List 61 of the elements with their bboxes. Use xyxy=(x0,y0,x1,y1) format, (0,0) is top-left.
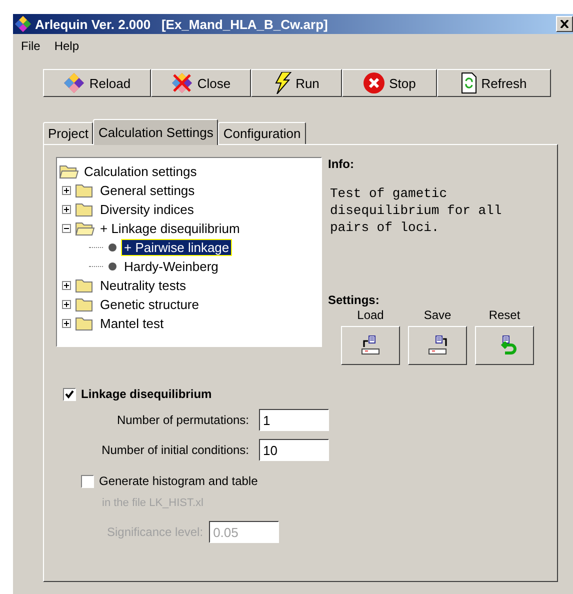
window-title: Arlequin Ver. 2.000 [Ex_Mand_HLA_B_Cw.arp] xyxy=(35,16,329,32)
info-heading: Info: xyxy=(328,157,355,171)
bullet-icon xyxy=(108,262,117,271)
tree-item[interactable]: Mantel test xyxy=(98,316,166,331)
settings-heading: Settings: xyxy=(328,293,380,307)
folder-icon xyxy=(75,202,95,217)
diamond-icon xyxy=(15,16,31,32)
tree-item[interactable]: + Linkage disequilibrium xyxy=(98,221,242,236)
tree-item[interactable]: Neutrality tests xyxy=(98,278,188,293)
toolbar-button[interactable]: Close xyxy=(151,69,251,97)
expander-icon[interactable] xyxy=(62,281,71,290)
expander-icon[interactable] xyxy=(62,186,71,195)
bullet-icon xyxy=(108,243,117,252)
close-button[interactable] xyxy=(556,16,573,32)
expander-icon[interactable] xyxy=(62,224,71,233)
checkbox[interactable] xyxy=(81,474,94,488)
checkbox-label: Linkage disequilibrium xyxy=(81,387,212,401)
button-caption: Load xyxy=(357,308,384,322)
document-tray-icon xyxy=(426,334,450,356)
toolbar-button[interactable]: Refresh xyxy=(437,69,551,97)
folder-icon xyxy=(75,221,95,236)
expander-icon[interactable] xyxy=(62,300,71,309)
folder-icon xyxy=(75,278,95,293)
toolbar-button[interactable]: Run xyxy=(251,69,342,97)
folder-icon xyxy=(75,316,95,331)
info-text: Test of gametic disequilibrium for all pairs of loci. xyxy=(330,185,503,237)
checkbox[interactable] xyxy=(63,388,76,400)
stop-icon xyxy=(363,72,386,94)
menu-item[interactable]: Help xyxy=(54,39,80,57)
field-label: Number of initial conditions: xyxy=(100,443,249,457)
button-caption: Reset xyxy=(488,308,520,322)
tab[interactable]: Project xyxy=(43,122,94,144)
save-button[interactable] xyxy=(408,326,467,365)
input-field[interactable]: 10 xyxy=(259,439,329,461)
checkbox-label: Generate histogram and table xyxy=(99,474,258,488)
folder-icon xyxy=(75,297,95,312)
tree-item[interactable]: Calculation settings xyxy=(82,164,199,179)
field-label: Number of permutations: xyxy=(116,413,249,427)
crossed-diamond-icon xyxy=(171,72,194,94)
folder-icon xyxy=(75,183,95,198)
tree-item[interactable]: Hardy-Weinberg xyxy=(122,259,220,274)
input-field[interactable]: 1 xyxy=(259,409,329,431)
expander-icon[interactable] xyxy=(62,205,71,214)
load-button[interactable] xyxy=(341,326,400,365)
diamond-icon xyxy=(63,72,86,94)
document-tray-icon xyxy=(358,334,382,356)
reset-button[interactable] xyxy=(475,326,534,365)
toolbar-button[interactable]: Stop xyxy=(342,69,437,97)
tab[interactable]: Configuration xyxy=(218,122,306,144)
tree-item[interactable]: Diversity indices xyxy=(98,202,196,217)
button-caption: Save xyxy=(424,308,452,322)
toolbar-button[interactable]: Reload xyxy=(43,69,151,97)
tree-item[interactable]: + Pairwise linkage xyxy=(122,240,232,255)
close-icon xyxy=(560,20,569,28)
tree-item[interactable]: General settings xyxy=(98,183,197,198)
tab[interactable]: Calculation Settings xyxy=(93,119,218,145)
document-refresh-icon xyxy=(461,72,478,94)
tree-item[interactable]: Genetic structure xyxy=(98,297,201,312)
lightning-icon xyxy=(274,72,292,94)
expander-icon[interactable] xyxy=(62,319,71,328)
menu-item[interactable]: File xyxy=(21,39,40,57)
